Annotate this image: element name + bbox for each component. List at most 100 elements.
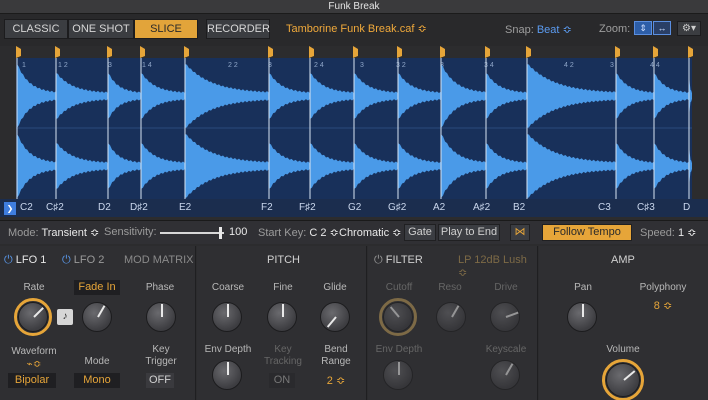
tab-lfo1[interactable]: ⏻ LFO 1: [4, 254, 46, 267]
fine-knob[interactable]: [267, 302, 297, 332]
scroll-left-icon[interactable]: ❯: [4, 202, 16, 215]
drive-label: Drive: [494, 282, 518, 293]
tab-mod-matrix[interactable]: MOD MATRIX: [124, 254, 193, 266]
slice-marker-flag[interactable]: [55, 46, 60, 58]
power-icon[interactable]: ⏻: [62, 254, 71, 266]
ruler-beat-label: 2 2: [228, 62, 238, 69]
bend-range-label: Bend Range: [321, 344, 351, 367]
waveform-channel-right: [354, 143, 398, 189]
waveform-channel-right: [486, 143, 527, 189]
slice-note-label: F♯2: [299, 202, 316, 213]
mode-control[interactable]: Mode: Transient ≎: [8, 226, 99, 239]
slice-marker-flag[interactable]: [653, 46, 658, 58]
slice-marker-flag[interactable]: [397, 46, 402, 58]
power-icon[interactable]: ⏻: [4, 254, 13, 266]
snap-control[interactable]: Snap: Beat ≎: [505, 23, 572, 36]
pitch-title: PITCH: [267, 254, 300, 266]
phase-knob[interactable]: [146, 302, 176, 332]
lfo-panel: ⏻ LFO 1 ⏻ LFO 2 MOD MATRIX Rate ♪ Fade I…: [0, 246, 196, 400]
keyscale-knob[interactable]: [490, 360, 520, 390]
waveform-shape-icon[interactable]: ⌁≎: [14, 359, 54, 372]
mode-oneshot-button[interactable]: ONE SHOT: [68, 19, 134, 39]
recorder-button[interactable]: RECORDER: [206, 19, 270, 39]
polyphony-value[interactable]: 8 ≎: [647, 299, 679, 312]
key-trigger-toggle[interactable]: OFF: [146, 373, 174, 388]
slice-marker-flag[interactable]: [16, 46, 21, 58]
filter-panel: ⏻ FILTER LP 12dB Lush ≎ Cutoff Reso Driv…: [368, 246, 538, 400]
slice-marker-flag[interactable]: [440, 46, 445, 58]
slice-marker-flag[interactable]: [107, 46, 112, 58]
zoom-label: Zoom:: [599, 23, 631, 35]
filter-title: FILTER: [385, 254, 423, 266]
sample-filename-menu[interactable]: Tamborine Funk Break.caf ≎: [286, 22, 427, 35]
speed-value[interactable]: 1 ≎: [678, 227, 696, 239]
waveform-channel-left: [269, 73, 310, 119]
rate-knob[interactable]: [18, 302, 48, 332]
slice-marker-flag[interactable]: [688, 46, 693, 58]
zoom-horizontal-icon[interactable]: ↔: [653, 21, 671, 35]
drive-knob[interactable]: [490, 302, 520, 332]
snap-value[interactable]: Beat ≎: [537, 24, 572, 36]
tab-lfo2[interactable]: ⏻ LFO 2: [62, 254, 104, 267]
waveform-label: Waveform: [11, 346, 57, 357]
coarse-label: Coarse: [211, 282, 245, 293]
bend-range-value[interactable]: 2 ≎: [321, 374, 351, 387]
cutoff-knob[interactable]: [383, 302, 413, 332]
filter-env-depth-knob[interactable]: [383, 360, 413, 390]
slice-marker-flag[interactable]: [615, 46, 620, 58]
tab-lfo2-label: LFO 2: [73, 254, 105, 266]
start-key-value[interactable]: C 2 ≎: [309, 227, 338, 239]
speed-control[interactable]: Speed: 1 ≎: [640, 226, 696, 239]
sensitivity-thumb[interactable]: [218, 227, 222, 239]
slice-marker-flag[interactable]: [184, 46, 189, 58]
waveform-channel-right: [185, 134, 269, 198]
amp-panel: AMP Pan Polyphony 8 ≎ Volume: [539, 246, 708, 400]
fade-in-knob[interactable]: [82, 302, 112, 332]
waveform-channel-left: [108, 73, 141, 119]
slice-note-label: C3: [598, 202, 611, 213]
key-trigger-label: Key Trigger: [145, 344, 177, 367]
gate-button[interactable]: Gate: [404, 224, 436, 241]
waveform-channel-right: [616, 143, 654, 189]
waveform-channel-right: [310, 143, 354, 189]
reverse-icon[interactable]: ⋈: [510, 224, 530, 241]
play-to-end-button[interactable]: Play to End: [438, 224, 500, 241]
waveform-channel-left: [616, 73, 654, 119]
slice-marker-flag[interactable]: [485, 46, 490, 58]
slice-marker-flag[interactable]: [309, 46, 314, 58]
ruler-beat-label: 1 2: [58, 62, 68, 69]
chromatic-menu[interactable]: Chromatic ≎: [339, 226, 401, 239]
zoom-vertical-icon[interactable]: ⇕: [634, 21, 652, 35]
glide-knob[interactable]: [320, 302, 350, 332]
waveform-channel-left: [56, 73, 108, 119]
lfo-mode-value[interactable]: Mono: [74, 373, 120, 388]
cutoff-label: Cutoff: [385, 282, 413, 293]
mode-value[interactable]: Transient ≎: [41, 227, 99, 239]
reso-knob[interactable]: [436, 302, 466, 332]
slice-marker-flag[interactable]: [526, 46, 531, 58]
fade-in-button[interactable]: Fade In: [74, 280, 120, 295]
slice-marker-flag[interactable]: [140, 46, 145, 58]
key-tracking-toggle[interactable]: ON: [269, 373, 295, 388]
follow-tempo-button[interactable]: Follow Tempo: [542, 224, 632, 241]
start-key-control[interactable]: Start Key: C 2 ≎: [258, 226, 339, 239]
gear-icon[interactable]: ⚙▾: [677, 21, 701, 36]
lfo-mode-label: Mode: [84, 356, 110, 367]
waveform-display[interactable]: 11 231 42 232 433 233 44 234 4: [16, 58, 692, 216]
mode-slice-button[interactable]: SLICE: [134, 19, 198, 39]
waveform-value[interactable]: Bipolar: [8, 373, 56, 388]
reso-label: Reso: [438, 282, 462, 293]
slice-marker-flag[interactable]: [353, 46, 358, 58]
coarse-knob[interactable]: [212, 302, 242, 332]
tab-lfo1-label: LFO 1: [15, 254, 47, 266]
waveform-channel-right: [17, 134, 56, 198]
pitch-env-depth-knob[interactable]: [212, 360, 242, 390]
volume-knob[interactable]: [606, 363, 640, 397]
filter-type-menu[interactable]: LP 12dB Lush ≎: [458, 254, 537, 279]
mode-classic-button[interactable]: CLASSIC: [4, 19, 68, 39]
slice-marker-flag[interactable]: [268, 46, 273, 58]
power-icon[interactable]: ⏻: [374, 254, 383, 266]
sensitivity-slider[interactable]: [160, 227, 224, 239]
pan-knob[interactable]: [567, 302, 597, 332]
note-sync-icon[interactable]: ♪: [57, 309, 73, 325]
